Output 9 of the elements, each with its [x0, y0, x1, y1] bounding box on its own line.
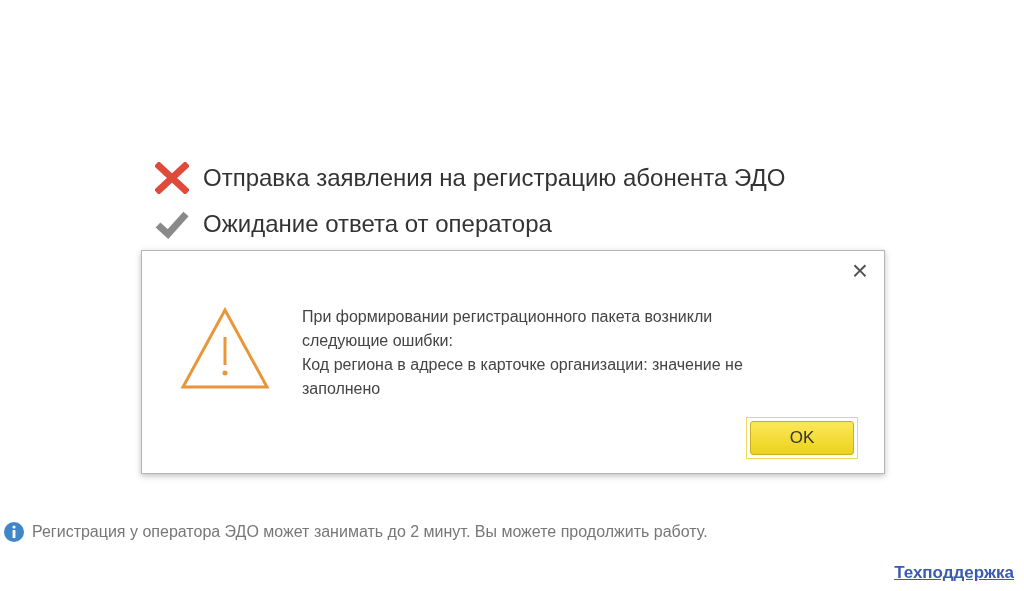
message-text: При формировании регистрационного пакета возникли следующие ошибки:	[302, 307, 714, 351]
info-text: Регистрация у оператора ЭДО может занимать до 2 минут. Вы можете продолжить работу.	[32, 522, 708, 542]
info-icon	[4, 522, 24, 542]
step-label: Ожидание ответа от оператора	[203, 210, 552, 238]
support-link[interactable]: Техподдержка	[894, 560, 1014, 586]
message-text: Код региона в адресе в карточке организации: значение не заполнено	[302, 355, 744, 399]
close-button[interactable]: ×	[849, 257, 870, 285]
step-label: Отправка заявления на регистрацию абонента ЭДО	[203, 164, 786, 192]
ok-button[interactable]: OK	[750, 421, 854, 455]
